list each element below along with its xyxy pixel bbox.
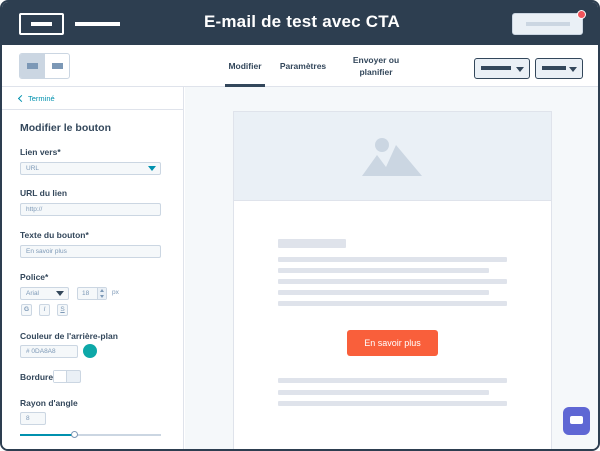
text-placeholder-line: [278, 279, 507, 284]
toggle-knob: [54, 371, 67, 382]
font-family-select[interactable]: Arial: [20, 287, 69, 300]
top-header: E-mail de test avec CTA: [2, 2, 598, 45]
panel-title: Modifier le bouton: [20, 122, 111, 134]
chevron-down-icon: [516, 67, 524, 72]
bg-color-label: Couleur de l'arrière-plan: [20, 331, 118, 341]
font-label: Police*: [20, 272, 49, 282]
button-text-input[interactable]: En savoir plus: [20, 245, 161, 258]
back-button[interactable]: [19, 13, 64, 35]
slider-fill: [20, 434, 74, 436]
link-to-value: URL: [26, 165, 40, 172]
font-size-value: 18: [82, 290, 90, 297]
border-label: Bordure: [20, 372, 54, 382]
text-placeholder-line: [278, 378, 507, 383]
email-preview: [233, 111, 552, 449]
chat-button[interactable]: [563, 407, 590, 435]
chevron-down-icon: [56, 291, 64, 296]
chevron-down-icon: [569, 67, 577, 72]
text-placeholder-heading: [278, 239, 346, 248]
image-icon: [362, 138, 422, 176]
font-size-unit: px: [112, 289, 119, 296]
bold-button[interactable]: G: [21, 304, 32, 316]
mobile-view-button[interactable]: [44, 54, 69, 78]
text-placeholder-line: [278, 290, 489, 295]
chat-icon: [570, 416, 583, 424]
done-link[interactable]: Terminé: [17, 94, 55, 103]
cta-button[interactable]: En savoir plus: [347, 330, 438, 356]
underline-button[interactable]: S: [57, 304, 68, 316]
button-text-label: Texte du bouton*: [20, 230, 89, 240]
notification-badge: [577, 10, 586, 19]
page-title: E-mail de test avec CTA: [203, 12, 401, 31]
dropdown-2-placeholder: [542, 66, 566, 70]
link-to-select[interactable]: URL: [20, 162, 161, 175]
font-family-value: Arial: [26, 290, 40, 297]
button-settings-panel: Terminé Modifier le bouton: [2, 87, 184, 449]
header-action-placeholder: [526, 22, 570, 26]
chevron-down-icon: [148, 166, 156, 171]
stepper-arrows-icon[interactable]: [97, 288, 106, 299]
corner-radius-label: Rayon d'angle: [20, 398, 78, 408]
link-url-label: URL du lien: [20, 188, 68, 198]
text-placeholder-line: [278, 390, 489, 395]
tab-envoyer-planifier[interactable]: Envoyer ou planifier: [342, 45, 410, 87]
desktop-view-button[interactable]: [20, 54, 44, 78]
color-swatch[interactable]: [83, 344, 97, 358]
chevron-left-icon: [17, 94, 26, 103]
link-to-label: Lien vers*: [20, 147, 61, 157]
corner-radius-input[interactable]: 8: [20, 412, 46, 425]
view-toggle: [19, 53, 70, 79]
bg-color-input[interactable]: # 0DA8A8: [20, 345, 78, 358]
desktop-icon: [27, 63, 38, 69]
toolbar-dropdown-1[interactable]: [474, 58, 530, 79]
link-url-input[interactable]: http://: [20, 203, 161, 216]
tab-parametres[interactable]: Paramètres: [278, 45, 328, 87]
text-placeholder-line: [278, 301, 507, 306]
italic-button[interactable]: I: [39, 304, 50, 316]
corner-radius-slider[interactable]: [20, 431, 161, 438]
text-placeholder-line: [278, 401, 507, 406]
done-label: Terminé: [28, 94, 55, 103]
toolbar-dropdown-2[interactable]: [535, 58, 583, 79]
header-breadcrumb-placeholder: [75, 22, 120, 26]
back-button-placeholder: [31, 22, 52, 26]
header-action-button[interactable]: [512, 13, 583, 35]
tab-modifier[interactable]: Modifier: [225, 45, 265, 87]
image-placeholder[interactable]: [234, 112, 551, 201]
app-window: E-mail de test avec CTA Modifier Paramèt…: [0, 0, 600, 451]
text-placeholder-line: [278, 257, 507, 262]
mobile-icon: [52, 63, 63, 69]
border-toggle[interactable]: [53, 370, 81, 383]
slider-handle[interactable]: [70, 431, 78, 438]
font-size-stepper[interactable]: 18: [77, 287, 107, 300]
dropdown-1-placeholder: [481, 66, 511, 70]
divider: [2, 109, 183, 110]
text-placeholder-line: [278, 268, 489, 273]
